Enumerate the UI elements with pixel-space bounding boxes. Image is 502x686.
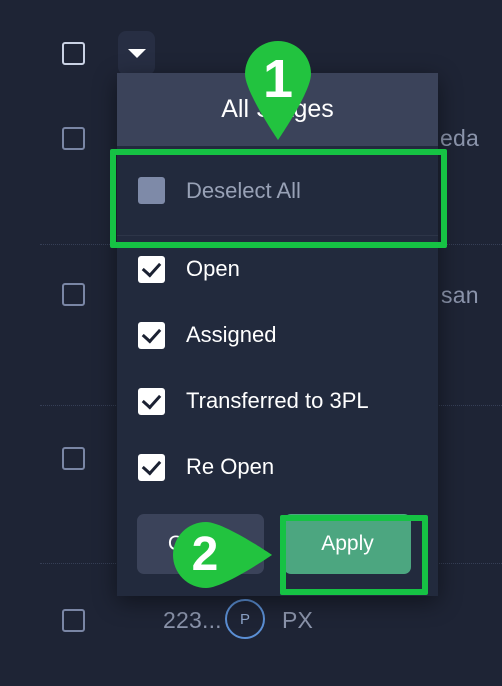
stage-option-open[interactable]: Open <box>117 236 438 302</box>
table-header-select-all-checkbox[interactable] <box>62 42 85 65</box>
table-row-checkbox[interactable] <box>62 283 85 306</box>
stage-option-label: Open <box>186 256 240 281</box>
table-cell-text: san <box>441 282 479 308</box>
checked-checkbox-icon[interactable] <box>138 255 165 283</box>
dropdown-header-title: All Stages <box>117 73 438 146</box>
cancel-button[interactable]: Cancel <box>137 514 264 574</box>
table-row-checkbox[interactable] <box>62 609 85 632</box>
deselect-all-label: Deselect All <box>186 177 301 203</box>
stage-option-assigned[interactable]: Assigned <box>117 302 438 368</box>
stage-option-label: Assigned <box>186 322 277 347</box>
caret-down-icon <box>127 48 146 58</box>
avatar: P <box>225 599 265 639</box>
indeterminate-checkbox-icon[interactable] <box>138 177 165 204</box>
dropdown-footer: Cancel Apply <box>117 500 438 596</box>
stage-filter-dropdown-toggle[interactable] <box>118 31 155 75</box>
table-cell-text: eda <box>440 125 479 151</box>
table-row-checkbox[interactable] <box>62 127 85 150</box>
table-row-checkbox[interactable] <box>62 447 85 470</box>
checked-checkbox-icon[interactable] <box>138 321 165 349</box>
stage-option-label: Transferred to 3PL <box>186 388 369 413</box>
stage-option-re-open[interactable]: Re Open <box>117 434 438 500</box>
checked-checkbox-icon[interactable] <box>138 453 165 481</box>
stage-filter-dropdown-panel: All Stages Deselect All Open Assigned Tr… <box>117 73 438 596</box>
deselect-all-row[interactable]: Deselect All <box>117 146 438 236</box>
stage-option-label: Re Open <box>186 454 275 479</box>
table-cell-order-id: 223... <box>163 607 222 633</box>
checked-checkbox-icon[interactable] <box>138 387 165 415</box>
stage-option-transferred-to-3pl[interactable]: Transferred to 3PL <box>117 368 438 434</box>
table-cell-code: PX <box>282 607 314 633</box>
apply-button[interactable]: Apply <box>284 514 411 574</box>
